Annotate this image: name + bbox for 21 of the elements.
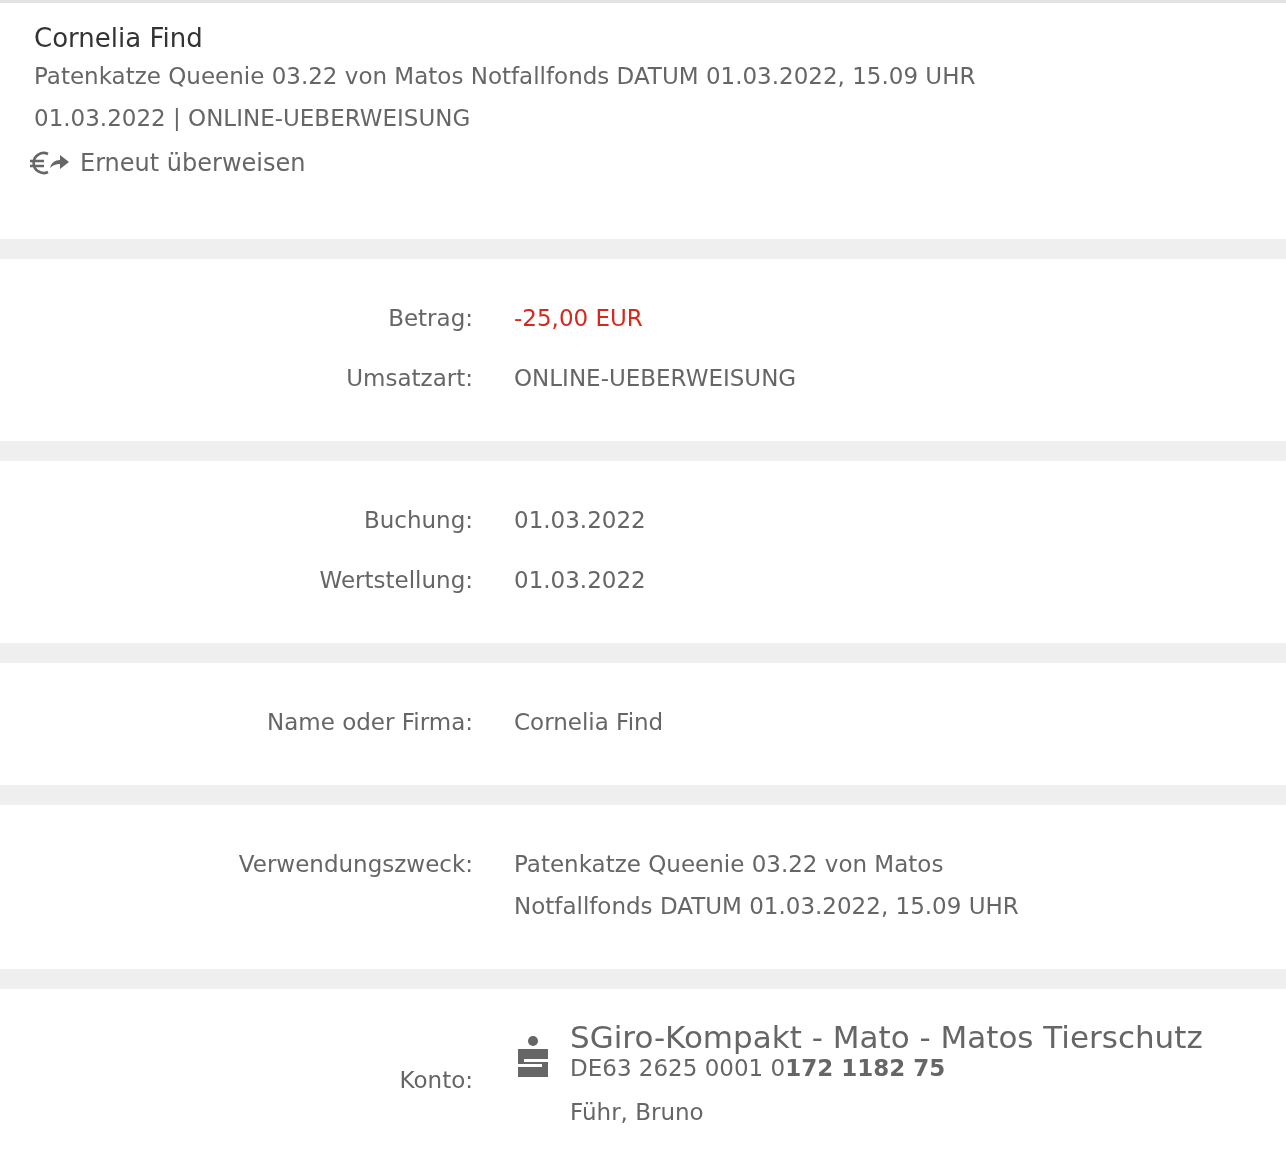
amount-value: -25,00 EUR: [514, 304, 644, 333]
field-label: Buchung:: [362, 506, 473, 535]
purpose-text: Patenkatze Queenie 03.22 von Matos Notfallfonds DATUM 01.03.2022, 15.09 UHR: [34, 62, 977, 91]
field-value: 01.03.2022: [514, 566, 647, 595]
field-value: ONLINE-UEBERWEISUNG: [514, 364, 798, 393]
date-type-text: 01.03.2022 | ONLINE-UEBERWEISUNG: [34, 104, 472, 133]
field-value: Cornelia Find: [514, 708, 665, 737]
field-label: Verwendungszweck:: [237, 850, 473, 879]
payee-title: Cornelia Find: [34, 22, 204, 55]
account-name: SGiro-Kompakt - Mato - Matos Tierschutz: [570, 1019, 1203, 1055]
field-label: Umsatzart:: [345, 364, 473, 393]
field-value: Patenkatze Queenie 03.22 von Matos Notfallfonds DATUM 01.03.2022, 15.09 UHR: [514, 850, 1020, 921]
field-label: Konto:: [398, 1066, 473, 1095]
field-label: Wertstellung:: [318, 566, 473, 595]
field-label: Betrag:: [387, 304, 473, 333]
iban-text: DE63 2625 0001 0172 1182 75: [570, 1055, 947, 1081]
field-value: 01.03.2022: [514, 506, 647, 535]
account-holder: Führ, Bruno: [570, 1098, 705, 1127]
field-label: Name oder Firma:: [266, 708, 473, 737]
euro-arrow-icon: [28, 149, 70, 177]
repeat-transfer-link[interactable]: Erneut überweisen: [28, 149, 306, 177]
